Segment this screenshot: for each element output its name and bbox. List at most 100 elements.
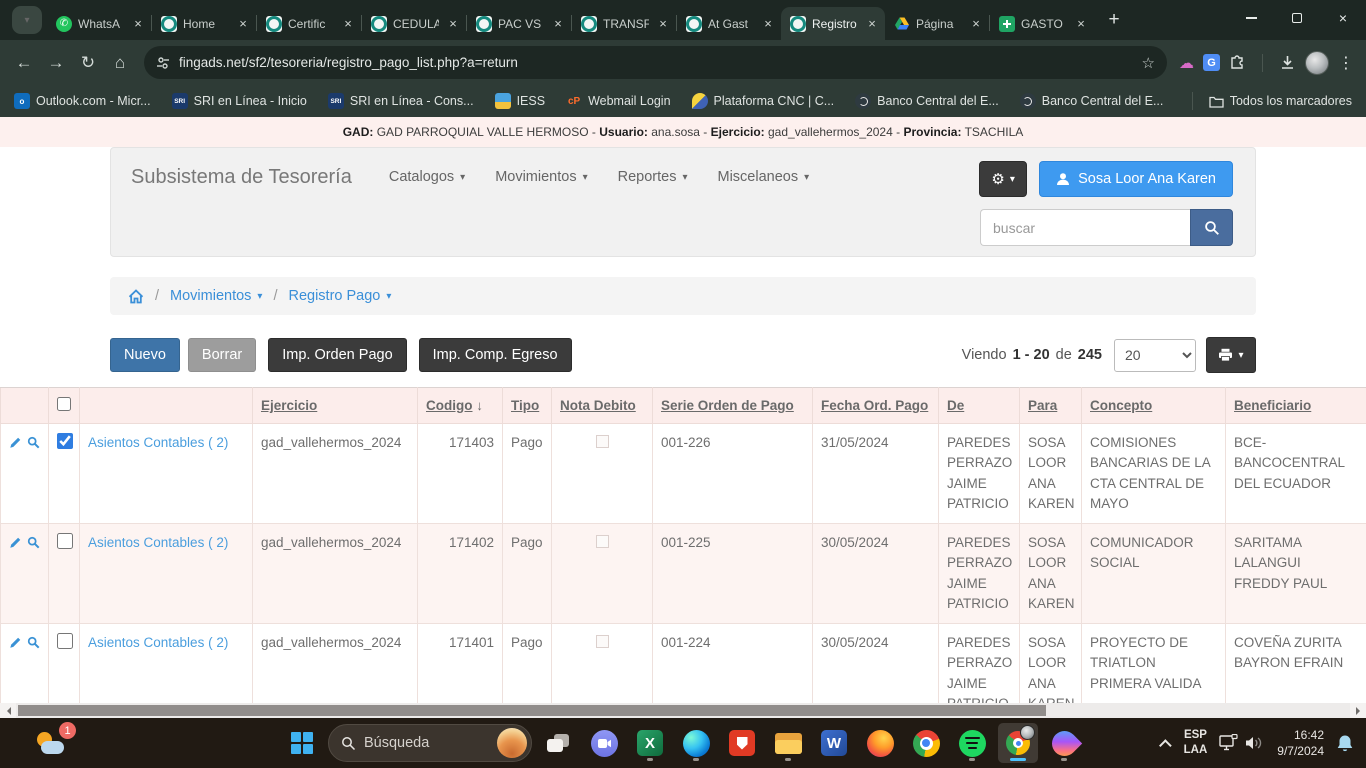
bookmark-bce-2[interactable]: Banco Central del E...	[1020, 93, 1164, 109]
row-checkbox[interactable]	[57, 533, 73, 549]
tab-close-icon[interactable]: ×	[968, 16, 984, 32]
maximize-button[interactable]	[1274, 0, 1320, 36]
downloads-icon[interactable]	[1279, 54, 1296, 71]
forward-button[interactable]: →	[40, 47, 72, 79]
imp-orden-pago-button[interactable]: Imp. Orden Pago	[268, 338, 406, 372]
tab-close-icon[interactable]: ×	[130, 16, 146, 32]
scroll-right-arrow[interactable]	[1350, 703, 1366, 718]
tab-close-icon[interactable]: ×	[235, 16, 251, 32]
settings-gear-button[interactable]: ⚙▾	[979, 161, 1027, 197]
select-all-checkbox[interactable]	[57, 397, 71, 411]
browser-tab-certificado[interactable]: Certific ×	[257, 7, 361, 40]
browser-tab-gasto-sheets[interactable]: GASTO ×	[990, 7, 1094, 40]
browser-tab-pagina-drive[interactable]: Página ×	[885, 7, 989, 40]
bookmark-sri-consultas[interactable]: SRISRI en Línea - Cons...	[328, 93, 474, 109]
bookmark-outlook[interactable]: oOutlook.com - Micr...	[14, 93, 151, 109]
site-info-icon[interactable]	[156, 56, 170, 70]
bookmark-bce-1[interactable]: Banco Central del E...	[855, 93, 999, 109]
edit-pencil-icon[interactable]	[9, 435, 22, 450]
language-indicator[interactable]: ESP LAA	[1184, 728, 1208, 758]
sort-tipo[interactable]: Tipo	[511, 398, 539, 413]
menu-reportes[interactable]: Reportes▾	[603, 148, 703, 206]
nuevo-button[interactable]: Nuevo	[110, 338, 180, 372]
start-button[interactable]	[282, 723, 322, 763]
sort-serie[interactable]: Serie Orden de Pago	[661, 398, 794, 413]
asientos-contables-link[interactable]: Asientos Contables ( 2)	[88, 435, 228, 450]
borrar-button[interactable]: Borrar	[188, 338, 256, 372]
tab-close-icon[interactable]: ×	[655, 16, 671, 32]
sort-para[interactable]: Para	[1028, 398, 1057, 413]
translate-icon[interactable]: G	[1203, 54, 1220, 71]
sort-nota-debito[interactable]: Nota Debito	[560, 398, 636, 413]
sort-concepto[interactable]: Concepto	[1090, 398, 1152, 413]
url-text[interactable]: fingads.net/sf2/tesoreria/registro_pago_…	[179, 55, 1133, 70]
search-button[interactable]	[1190, 209, 1233, 246]
browser-tab-home[interactable]: Home ×	[152, 7, 256, 40]
sort-fecha[interactable]: Fecha Ord. Pago	[821, 398, 928, 413]
breadcrumb-registro-pago[interactable]: Registro Pago▾	[288, 288, 391, 304]
taskbar-clock[interactable]: 16:42 9/7/2024	[1277, 727, 1324, 759]
browser-tab-cedula[interactable]: CEDULA ×	[362, 7, 466, 40]
excel-button[interactable]: X	[630, 723, 670, 763]
address-bar[interactable]: fingads.net/sf2/tesoreria/registro_pago_…	[144, 46, 1167, 79]
tab-close-icon[interactable]: ×	[760, 16, 776, 32]
user-account-button[interactable]: Sosa Loor Ana Karen	[1039, 161, 1233, 197]
print-button[interactable]: ▾	[1206, 337, 1256, 373]
browser-tab-transferencias[interactable]: TRANSF ×	[572, 7, 676, 40]
edge-button[interactable]	[676, 723, 716, 763]
search-input[interactable]	[980, 209, 1190, 246]
teams-chat-button[interactable]	[584, 723, 624, 763]
asientos-contables-link[interactable]: Asientos Contables ( 2)	[88, 635, 228, 650]
volume-icon[interactable]	[1245, 735, 1265, 751]
browser-tab-whatsapp[interactable]: ✆ WhatsA ×	[47, 7, 151, 40]
sort-codigo[interactable]: Codigo	[426, 398, 473, 413]
tab-close-icon[interactable]: ×	[550, 16, 566, 32]
bookmark-star-icon[interactable]: ☆	[1142, 54, 1155, 72]
sort-ejercicio[interactable]: Ejercicio	[261, 398, 317, 413]
home-icon[interactable]	[128, 289, 144, 304]
tab-close-icon[interactable]: ×	[864, 16, 880, 32]
row-checkbox[interactable]	[57, 433, 73, 449]
view-magnifier-icon[interactable]	[27, 635, 40, 650]
menu-miscelaneos[interactable]: Miscelaneos▾	[702, 148, 824, 206]
edit-pencil-icon[interactable]	[9, 535, 22, 550]
bookmark-iess[interactable]: IESS	[495, 93, 546, 109]
scroll-left-arrow[interactable]	[0, 703, 16, 718]
horizontal-scrollbar[interactable]	[0, 703, 1366, 718]
weather-widget[interactable]: 1	[36, 727, 70, 759]
color-drop-app-button[interactable]	[1044, 723, 1084, 763]
menu-movimientos[interactable]: Movimientos▾	[480, 148, 602, 206]
chrome-button[interactable]	[906, 723, 946, 763]
nitro-pdf-button[interactable]	[722, 723, 762, 763]
view-magnifier-icon[interactable]	[27, 535, 40, 550]
close-button[interactable]: ×	[1320, 0, 1366, 36]
nota-debito-checkbox[interactable]	[596, 435, 609, 448]
breadcrumb-movimientos[interactable]: Movimientos▾	[170, 288, 262, 304]
all-bookmarks-button[interactable]: Todos los marcadores	[1209, 94, 1352, 108]
home-button[interactable]: ⌂	[104, 47, 136, 79]
tab-close-icon[interactable]: ×	[1073, 16, 1089, 32]
reload-button[interactable]: ↻	[72, 47, 104, 79]
sort-beneficiario[interactable]: Beneficiario	[1234, 398, 1311, 413]
page-size-select[interactable]: 20	[1114, 339, 1196, 372]
browser-menu-kebab-icon[interactable]: ⋮	[1338, 53, 1354, 73]
menu-catalogos[interactable]: Catalogos▾	[374, 148, 480, 206]
notification-bell-icon[interactable]	[1336, 734, 1354, 753]
tray-expand-chevron-icon[interactable]	[1159, 739, 1172, 752]
bookmark-webmail[interactable]: cPWebmail Login	[566, 93, 670, 109]
asientos-contables-link[interactable]: Asientos Contables ( 2)	[88, 535, 228, 550]
tab-close-icon[interactable]: ×	[340, 16, 356, 32]
spotify-button[interactable]	[952, 723, 992, 763]
network-icon[interactable]	[1219, 734, 1239, 752]
bookmark-cnc[interactable]: Plataforma CNC | C...	[692, 93, 835, 109]
bookmark-sri-inicio[interactable]: SRISRI en Línea - Inicio	[172, 93, 307, 109]
taskbar-search-box[interactable]: Búsqueda	[328, 724, 532, 762]
tab-close-icon[interactable]: ×	[445, 16, 461, 32]
back-button[interactable]: ←	[8, 47, 40, 79]
nota-debito-checkbox[interactable]	[596, 635, 609, 648]
browser-tab-pac[interactable]: PAC VS ×	[467, 7, 571, 40]
scrollbar-thumb[interactable]	[18, 705, 1046, 716]
nota-debito-checkbox[interactable]	[596, 535, 609, 548]
chrome-profile-button-active[interactable]	[998, 723, 1038, 763]
file-explorer-button[interactable]	[768, 723, 808, 763]
